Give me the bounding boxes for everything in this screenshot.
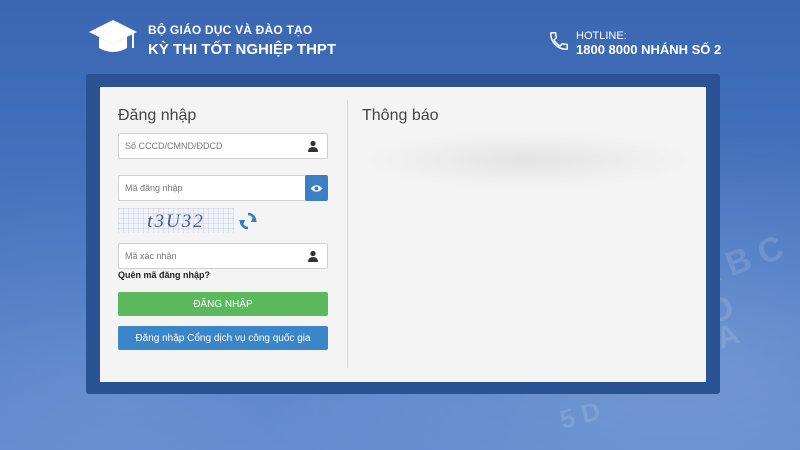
user-icon (308, 250, 318, 262)
panel-divider (347, 100, 348, 368)
hotline-label: HOTLINE: (576, 30, 627, 42)
captcha-text: t3U32 (147, 211, 205, 232)
hotline-number: 1800 8000 NHÁNH SỐ 2 (576, 42, 722, 57)
notice-title: Thông báo (362, 107, 439, 124)
login-button[interactable]: ĐĂNG NHẬP (118, 292, 328, 316)
login-title: Đăng nhập (118, 107, 197, 124)
id-number-input[interactable] (118, 133, 328, 159)
exam-name: KỲ THI TỐT NGHIỆP THPT (148, 41, 337, 58)
login-code-input[interactable] (118, 175, 306, 201)
show-password-button[interactable] (305, 175, 328, 201)
graduation-cap-icon (89, 20, 137, 52)
user-icon (308, 140, 318, 152)
refresh-icon[interactable] (238, 211, 258, 231)
org-name: BỘ GIÁO DỤC VÀ ĐÀO TẠO (148, 23, 313, 37)
captcha-image: t3U32 (118, 208, 234, 233)
notice-content (362, 132, 692, 188)
site-header: BỘ GIÁO DỤC VÀ ĐÀO TẠO KỲ THI TỐT NGHIỆP… (0, 0, 800, 72)
eye-icon (310, 184, 323, 192)
captcha-input[interactable] (118, 243, 328, 269)
gov-portal-login-button[interactable]: Đăng nhập Cổng dịch vụ công quốc gia (118, 326, 328, 350)
phone-icon (550, 32, 568, 50)
forgot-code-link[interactable]: Quên mã đăng nhập? (118, 270, 210, 280)
